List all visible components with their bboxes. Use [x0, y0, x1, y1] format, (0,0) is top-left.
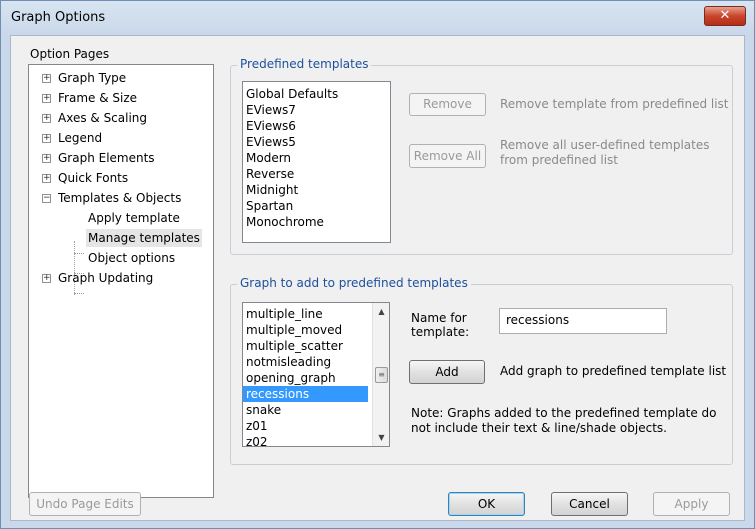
tree-item-label: Quick Fonts: [58, 171, 129, 185]
tree-item-label: Manage templates: [86, 229, 202, 247]
list-item[interactable]: Reverse: [243, 166, 390, 182]
expand-icon[interactable]: +: [42, 94, 51, 103]
name-for-template-label-line2: template:: [411, 325, 470, 339]
apply-button[interactable]: Apply: [653, 492, 730, 516]
tree-item-label: Axes & Scaling: [58, 111, 148, 125]
expand-icon[interactable]: +: [42, 154, 51, 163]
add-button[interactable]: Add: [409, 360, 485, 384]
dialog-client-area: Option Pages + Graph Type + Frame & Size…: [10, 35, 745, 521]
undo-page-edits-button[interactable]: Undo Page Edits: [29, 492, 141, 516]
list-item[interactable]: multiple_line: [243, 306, 389, 322]
list-item[interactable]: z01: [243, 418, 389, 434]
cancel-button[interactable]: Cancel: [551, 492, 628, 516]
list-item[interactable]: notmisleading: [243, 354, 389, 370]
list-item[interactable]: opening_graph: [243, 370, 389, 386]
graph-options-dialog: Graph Options ✕ Option Pages + Graph Typ…: [0, 0, 755, 529]
tree-connector: [74, 293, 84, 294]
expand-icon[interactable]: +: [42, 134, 51, 143]
ok-button[interactable]: OK: [448, 492, 525, 516]
list-item[interactable]: multiple_moved: [243, 322, 389, 338]
graph-list-scrollbar[interactable]: ▲ ≡ ▼: [372, 303, 389, 446]
expand-icon[interactable]: +: [42, 74, 51, 83]
predefined-templates-legend: Predefined templates: [237, 57, 372, 71]
note-line1: Note: Graphs added to the predefined tem…: [411, 406, 717, 420]
tree-item-label: Templates & Objects: [58, 191, 182, 205]
remove-all-description-line1: Remove all user-defined templates: [500, 138, 710, 152]
list-item[interactable]: snake: [243, 402, 389, 418]
list-item[interactable]: Global Defaults: [243, 86, 390, 102]
title-bar: Graph Options ✕: [1, 1, 754, 35]
list-item[interactable]: z02: [243, 434, 389, 446]
tree-item-label: Graph Elements: [58, 151, 155, 165]
graph-list[interactable]: multiple_line multiple_moved multiple_sc…: [242, 302, 390, 447]
name-for-template-label-line1: Name for: [411, 311, 467, 325]
template-name-input[interactable]: recessions: [499, 308, 667, 334]
note-line2: not include their text & line/shade obje…: [411, 421, 667, 435]
tree-item-label: Graph Type: [58, 71, 127, 85]
graph-to-add-group: Graph to add to predefined templates mul…: [230, 276, 733, 465]
tree-item-label: Frame & Size: [58, 91, 138, 105]
tree-item-label: Legend: [58, 131, 103, 145]
predefined-templates-list[interactable]: Global Defaults EViews7 EViews6 EViews5 …: [242, 81, 391, 243]
option-pages-label: Option Pages: [30, 47, 110, 61]
close-button[interactable]: ✕: [704, 6, 746, 26]
list-item[interactable]: EViews7: [243, 102, 390, 118]
option-pages-tree[interactable]: + Graph Type + Frame & Size + Axes & Sca…: [28, 64, 214, 498]
add-description: Add graph to predefined template list: [500, 364, 727, 378]
predefined-templates-group: Predefined templates Global Defaults EVi…: [230, 57, 733, 255]
window-title: Graph Options: [11, 10, 106, 25]
expand-icon[interactable]: +: [42, 174, 51, 183]
list-item[interactable]: multiple_scatter: [243, 338, 389, 354]
tree-item-label: Object options: [88, 251, 176, 265]
list-item[interactable]: Modern: [243, 150, 390, 166]
expand-icon[interactable]: +: [42, 114, 51, 123]
remove-all-button[interactable]: Remove All: [409, 144, 486, 168]
remove-button[interactable]: Remove: [409, 93, 486, 116]
scroll-down-icon[interactable]: ▼: [373, 429, 389, 446]
graph-to-add-legend: Graph to add to predefined templates: [237, 276, 471, 290]
list-item[interactable]: EViews6: [243, 118, 390, 134]
scroll-up-icon[interactable]: ▲: [373, 303, 389, 320]
tree-item-label: Graph Updating: [58, 271, 154, 285]
list-item[interactable]: Spartan: [243, 198, 390, 214]
list-item[interactable]: Monochrome: [243, 214, 390, 230]
expand-icon[interactable]: +: [42, 274, 51, 283]
remove-description: Remove template from predefined list: [500, 97, 729, 111]
collapse-icon[interactable]: −: [42, 194, 51, 203]
list-item-selected[interactable]: recessions: [243, 386, 368, 402]
scroll-thumb[interactable]: ≡: [375, 367, 388, 383]
list-item[interactable]: EViews5: [243, 134, 390, 150]
list-item[interactable]: Midnight: [243, 182, 390, 198]
tree-connector: [74, 253, 84, 254]
tree-item-label: Apply template: [88, 211, 180, 225]
remove-all-description-line2: from predefined list: [500, 153, 619, 167]
